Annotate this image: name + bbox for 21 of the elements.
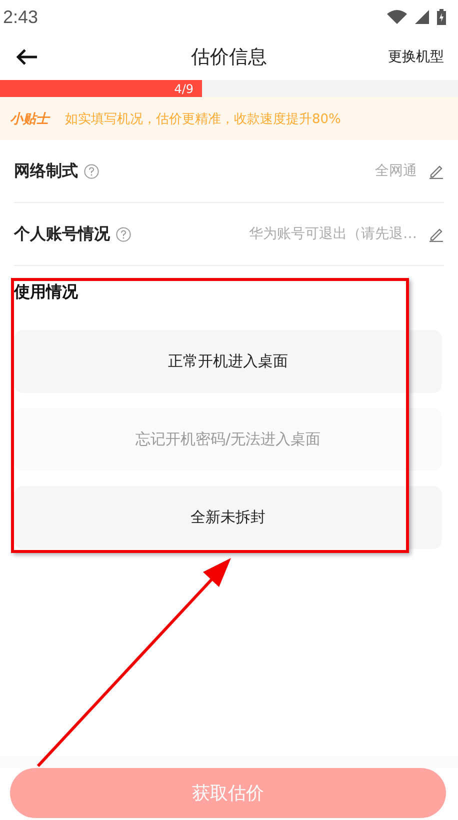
battery-icon: [437, 9, 446, 25]
page-title: 估价信息: [191, 45, 267, 70]
edit-pencil-icon[interactable]: [429, 163, 444, 179]
option-button[interactable]: 正常开机进入桌面: [14, 330, 442, 393]
edit-pencil-icon[interactable]: [429, 226, 444, 242]
wifi-icon: [387, 10, 407, 24]
field-value: 华为账号可退出（请先退…: [249, 225, 417, 243]
help-icon[interactable]: [84, 164, 99, 178]
option-button[interactable]: 全新未拆封: [14, 486, 442, 549]
signal-icon: [415, 10, 429, 24]
status-time: 2:43: [3, 6, 38, 28]
progress-label: 4/9: [174, 82, 195, 96]
field-label: 个人账号情况: [14, 224, 110, 244]
help-icon[interactable]: [116, 226, 131, 242]
field-label: 网络制式: [14, 160, 78, 182]
tip-label: 小贴士: [10, 110, 49, 128]
section-title: 使用情况: [14, 282, 79, 303]
change-model-link[interactable]: 更换机型: [388, 48, 444, 66]
field-value: 全网通: [375, 162, 417, 180]
tip-text: 如实填写机况，估价更精准，收款速度提升80%: [65, 110, 341, 128]
back-arrow-icon[interactable]: [16, 49, 38, 65]
